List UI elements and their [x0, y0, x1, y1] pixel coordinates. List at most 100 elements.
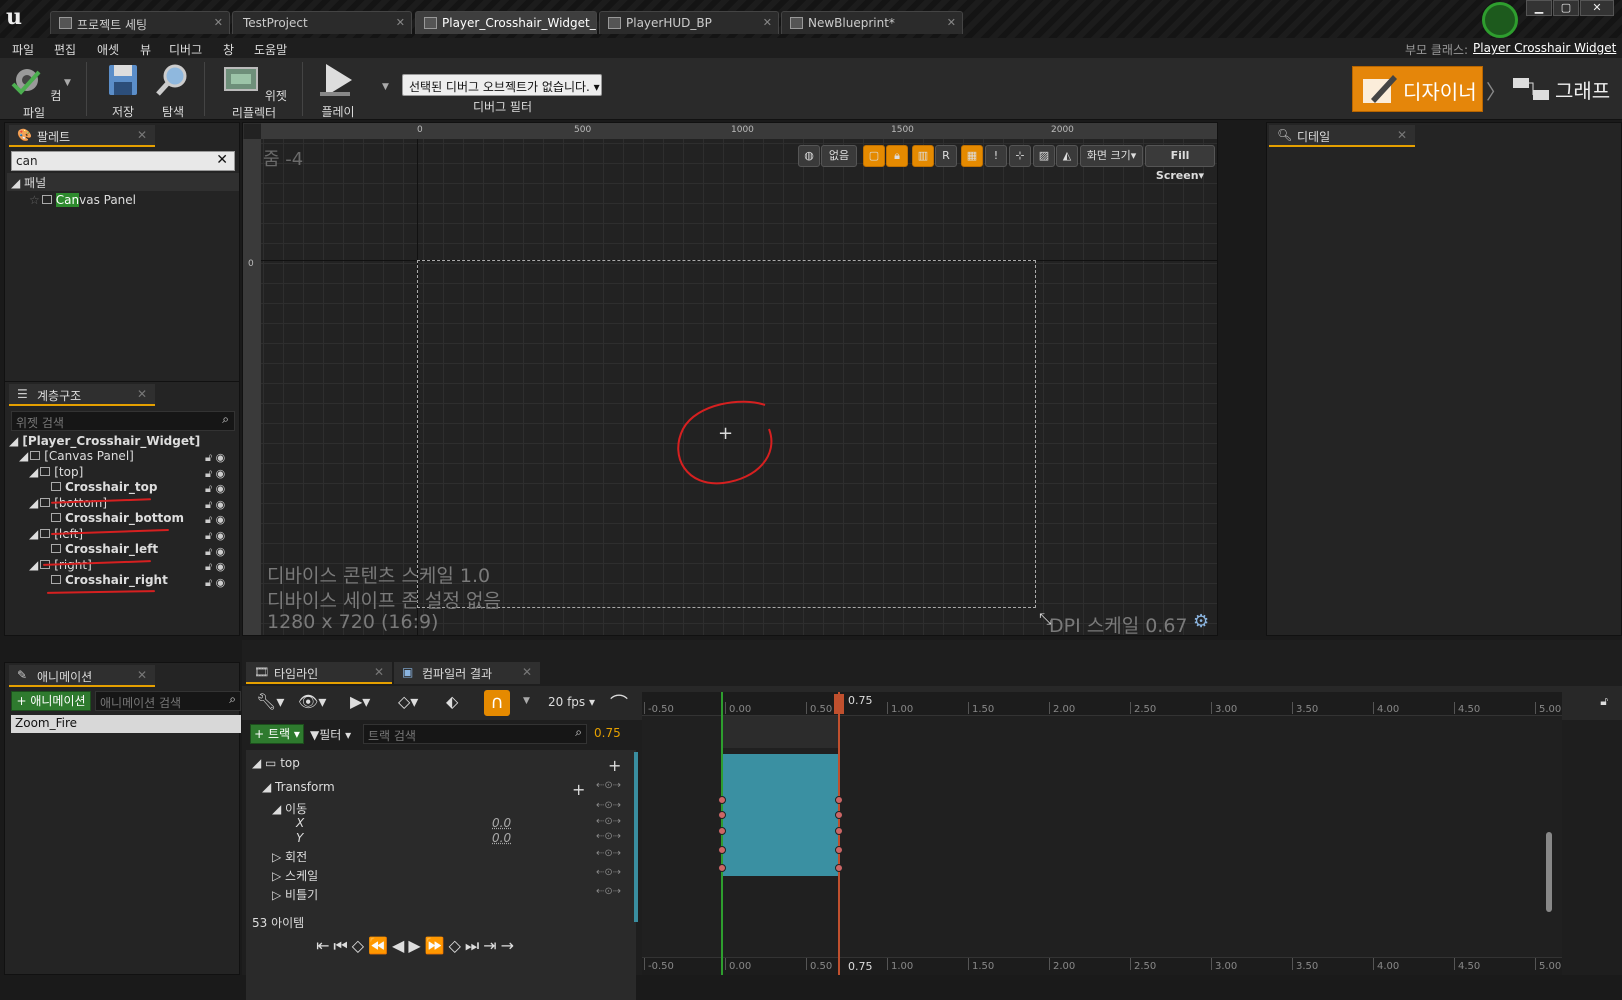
close-icon[interactable]: ✕ [396, 16, 405, 29]
visibility-toggles[interactable]: 🔓︎ ◉ 🔓︎ ◉ 🔓︎ ◉ 🔓︎ ◉ 🔓︎ ◉ 🔓︎ ◉ 🔓︎ ◉ 🔓︎ ◉ 🔓︎ ◉ [205, 450, 225, 590]
menu-asset[interactable]: 애셋 [97, 41, 119, 58]
lock-icon[interactable]: 🔒︎ [886, 145, 908, 167]
save-button[interactable]: 저장 [100, 58, 146, 120]
close-icon[interactable]: ✕ [522, 665, 532, 679]
keyframe[interactable] [718, 827, 726, 835]
lock-icon[interactable]: 🔓︎ ◉ [205, 559, 225, 575]
designer-mode-button[interactable]: 디자이너 [1352, 66, 1483, 112]
key-nav-arrows[interactable]: ⇠⊙⇢ [596, 800, 621, 811]
chevron-down-icon[interactable]: ▼ [382, 82, 389, 92]
widget-reflector-button[interactable]: 위젯 리플렉터 [214, 58, 294, 120]
animations-tab[interactable]: ✎ 애니메이션 ✕ [9, 665, 155, 687]
chevron-down-icon[interactable]: ▼ [523, 696, 530, 706]
key-nav-arrows[interactable]: ⇠⊙⇢ [596, 867, 621, 878]
tree-item-crosshair-top[interactable]: Crosshair_top [49, 480, 158, 494]
details-tab[interactable]: 🔍︎ 디테일 ✕ [1269, 125, 1415, 147]
time-ruler-top[interactable]: -0.50 0.00 0.50 1.00 1.50 2.00 2.50 3.00 3.50 4.0… [642, 692, 1562, 716]
add-track-button[interactable]: + 트랙 ▾ [250, 724, 304, 744]
respect-locks-button[interactable]: R [935, 145, 957, 167]
track-search-input[interactable]: 트랙 검색 ⌕ [363, 724, 587, 744]
track-area[interactable]: -0.50 0.00 0.50 1.00 1.50 2.00 2.50 3.00 3.50 4.0… [642, 692, 1562, 975]
graph-mode-button[interactable]: 그래프 [1505, 66, 1615, 112]
animation-search-input[interactable]: 애니메이션 검색 ⌕ [95, 691, 241, 711]
flip-icon[interactable]: ◭ [1056, 145, 1078, 167]
tree-item-canvas-panel[interactable]: ◢ [Canvas Panel] [19, 449, 134, 463]
clear-search-icon[interactable]: ✕ [216, 152, 228, 168]
palette-category-panel[interactable]: ◢ 패널 [7, 173, 239, 191]
menu-view[interactable]: 뷰 [140, 41, 151, 58]
palette-search-input[interactable]: can ✕ [11, 151, 235, 171]
lock-icon[interactable]: 🔓︎ [1600, 694, 1608, 709]
lock-icon[interactable]: 🔓︎ ◉ [205, 481, 225, 497]
key-icon[interactable]: ◇▾ [398, 692, 418, 711]
filter-dropdown[interactable]: ▼필터 ▾ [310, 726, 351, 743]
y-value[interactable]: 0.0 [492, 831, 511, 845]
vertical-scrollbar[interactable] [1546, 832, 1552, 912]
tab-playerhud-bp[interactable]: PlayerHUD_BP ✕ [599, 11, 779, 34]
curve-editor-icon[interactable]: ⌒ [610, 690, 628, 716]
lock-icon[interactable]: 🔓︎ ◉ [205, 512, 225, 528]
tab-player-crosshair-widget[interactable]: Player_Crosshair_Widget_ [415, 11, 597, 34]
lock-icon[interactable]: 🔓︎ ◉ [205, 450, 225, 466]
tree-item-top[interactable]: ◢ [top] [29, 465, 83, 479]
key-nav-arrows[interactable]: ⇠⊙⇢ [596, 780, 621, 791]
lock-icon[interactable]: 🔓︎ ◉ [205, 466, 225, 482]
layout-icon[interactable]: ▥ [912, 145, 934, 167]
globe-icon[interactable]: ◍ [798, 145, 820, 167]
eye-icon[interactable]: 👁︎▾ [298, 692, 326, 711]
keyframe[interactable] [835, 827, 843, 835]
keyframe[interactable] [835, 846, 843, 854]
track-row-scale[interactable]: ▷ 스케일 ⇠⊙⇢ [272, 867, 667, 885]
maximize-button[interactable]: ▢ [1553, 0, 1579, 16]
screen-size-dropdown[interactable]: 화면 크기▾ [1080, 145, 1143, 167]
menu-window[interactable]: 창 [223, 41, 234, 58]
key-nav-arrows[interactable]: ⇠⊙⇢ [596, 848, 621, 859]
tree-item-crosshair-bottom[interactable]: Crosshair_bottom [49, 511, 184, 525]
track-row-shear[interactable]: ▷ 비틀기 ⇠⊙⇢ [272, 886, 667, 904]
parent-class-link[interactable]: Player Crosshair Widget [1473, 41, 1616, 55]
zoom-fit-icon[interactable]: ⊹ [1009, 145, 1031, 167]
lock-icon[interactable]: 🔓︎ ◉ [205, 575, 225, 591]
outline-toggle-icon[interactable]: ▢ [863, 145, 885, 167]
add-icon[interactable]: + [608, 756, 621, 775]
grid-snap-icon[interactable]: ▦ [961, 145, 983, 167]
keyframe[interactable] [718, 811, 726, 819]
keyframe[interactable] [718, 796, 726, 804]
widget-search-input[interactable]: 위젯 검색 ⌕ [11, 411, 235, 431]
wrench-icon[interactable]: 🔧︎▾ [256, 692, 284, 711]
keyframe[interactable] [835, 811, 843, 819]
add-icon[interactable]: + [572, 780, 585, 799]
timeline-tab[interactable]: 🎞︎ 타임라인 ✕ [246, 662, 392, 684]
keyframe[interactable] [718, 846, 726, 854]
lock-icon[interactable]: 🔓︎ ◉ [205, 528, 225, 544]
play-options-icon[interactable]: ▶▾ [350, 692, 370, 711]
lock-icon[interactable]: 🔓︎ ◉ [205, 497, 225, 513]
keyframe[interactable] [718, 864, 726, 872]
key-tool-icon[interactable]: ⬖ [446, 692, 458, 711]
close-icon[interactable]: ✕ [214, 16, 223, 29]
playhead-handle[interactable] [834, 694, 844, 714]
debug-object-select[interactable]: 선택된 디버그 오브젝트가 없습니다. ▾ [402, 74, 602, 96]
x-value[interactable]: 0.0 [492, 816, 511, 830]
tab-project-settings[interactable]: 프로젝트 세팅 ✕ [50, 11, 230, 34]
background-icon[interactable]: ▨ [1033, 145, 1055, 167]
close-icon[interactable]: ✕ [137, 128, 147, 142]
tab-testproject[interactable]: TestProject ✕ [232, 11, 412, 34]
minimize-button[interactable]: ▁ [1526, 0, 1552, 16]
menu-edit[interactable]: 편집 [54, 41, 76, 58]
track-row-top[interactable]: ◢ ▭ top + [252, 756, 647, 775]
chevron-down-icon[interactable]: ▼ [64, 78, 71, 88]
key-nav-arrows[interactable]: ⇠⊙⇢ [596, 831, 621, 842]
close-icon[interactable]: ✕ [1397, 128, 1407, 142]
play-button[interactable]: 플레이 [312, 58, 364, 120]
tree-item-crosshair-right[interactable]: Crosshair_right [49, 573, 168, 587]
close-window-button[interactable]: ✕ [1580, 0, 1614, 16]
source-control-icon[interactable] [1482, 2, 1518, 38]
palette-tab[interactable]: 🎨 팔레트 ✕ [9, 125, 155, 147]
menu-debug[interactable]: 디버그 [169, 41, 202, 58]
close-icon[interactable]: ✕ [763, 16, 772, 29]
animation-section[interactable] [722, 754, 840, 876]
tab-newblueprint[interactable]: NewBlueprint* ✕ [781, 11, 963, 34]
track-row-transform[interactable]: ◢ Transform + ⇠⊙⇢ [262, 780, 657, 799]
close-icon[interactable]: ✕ [137, 387, 147, 401]
